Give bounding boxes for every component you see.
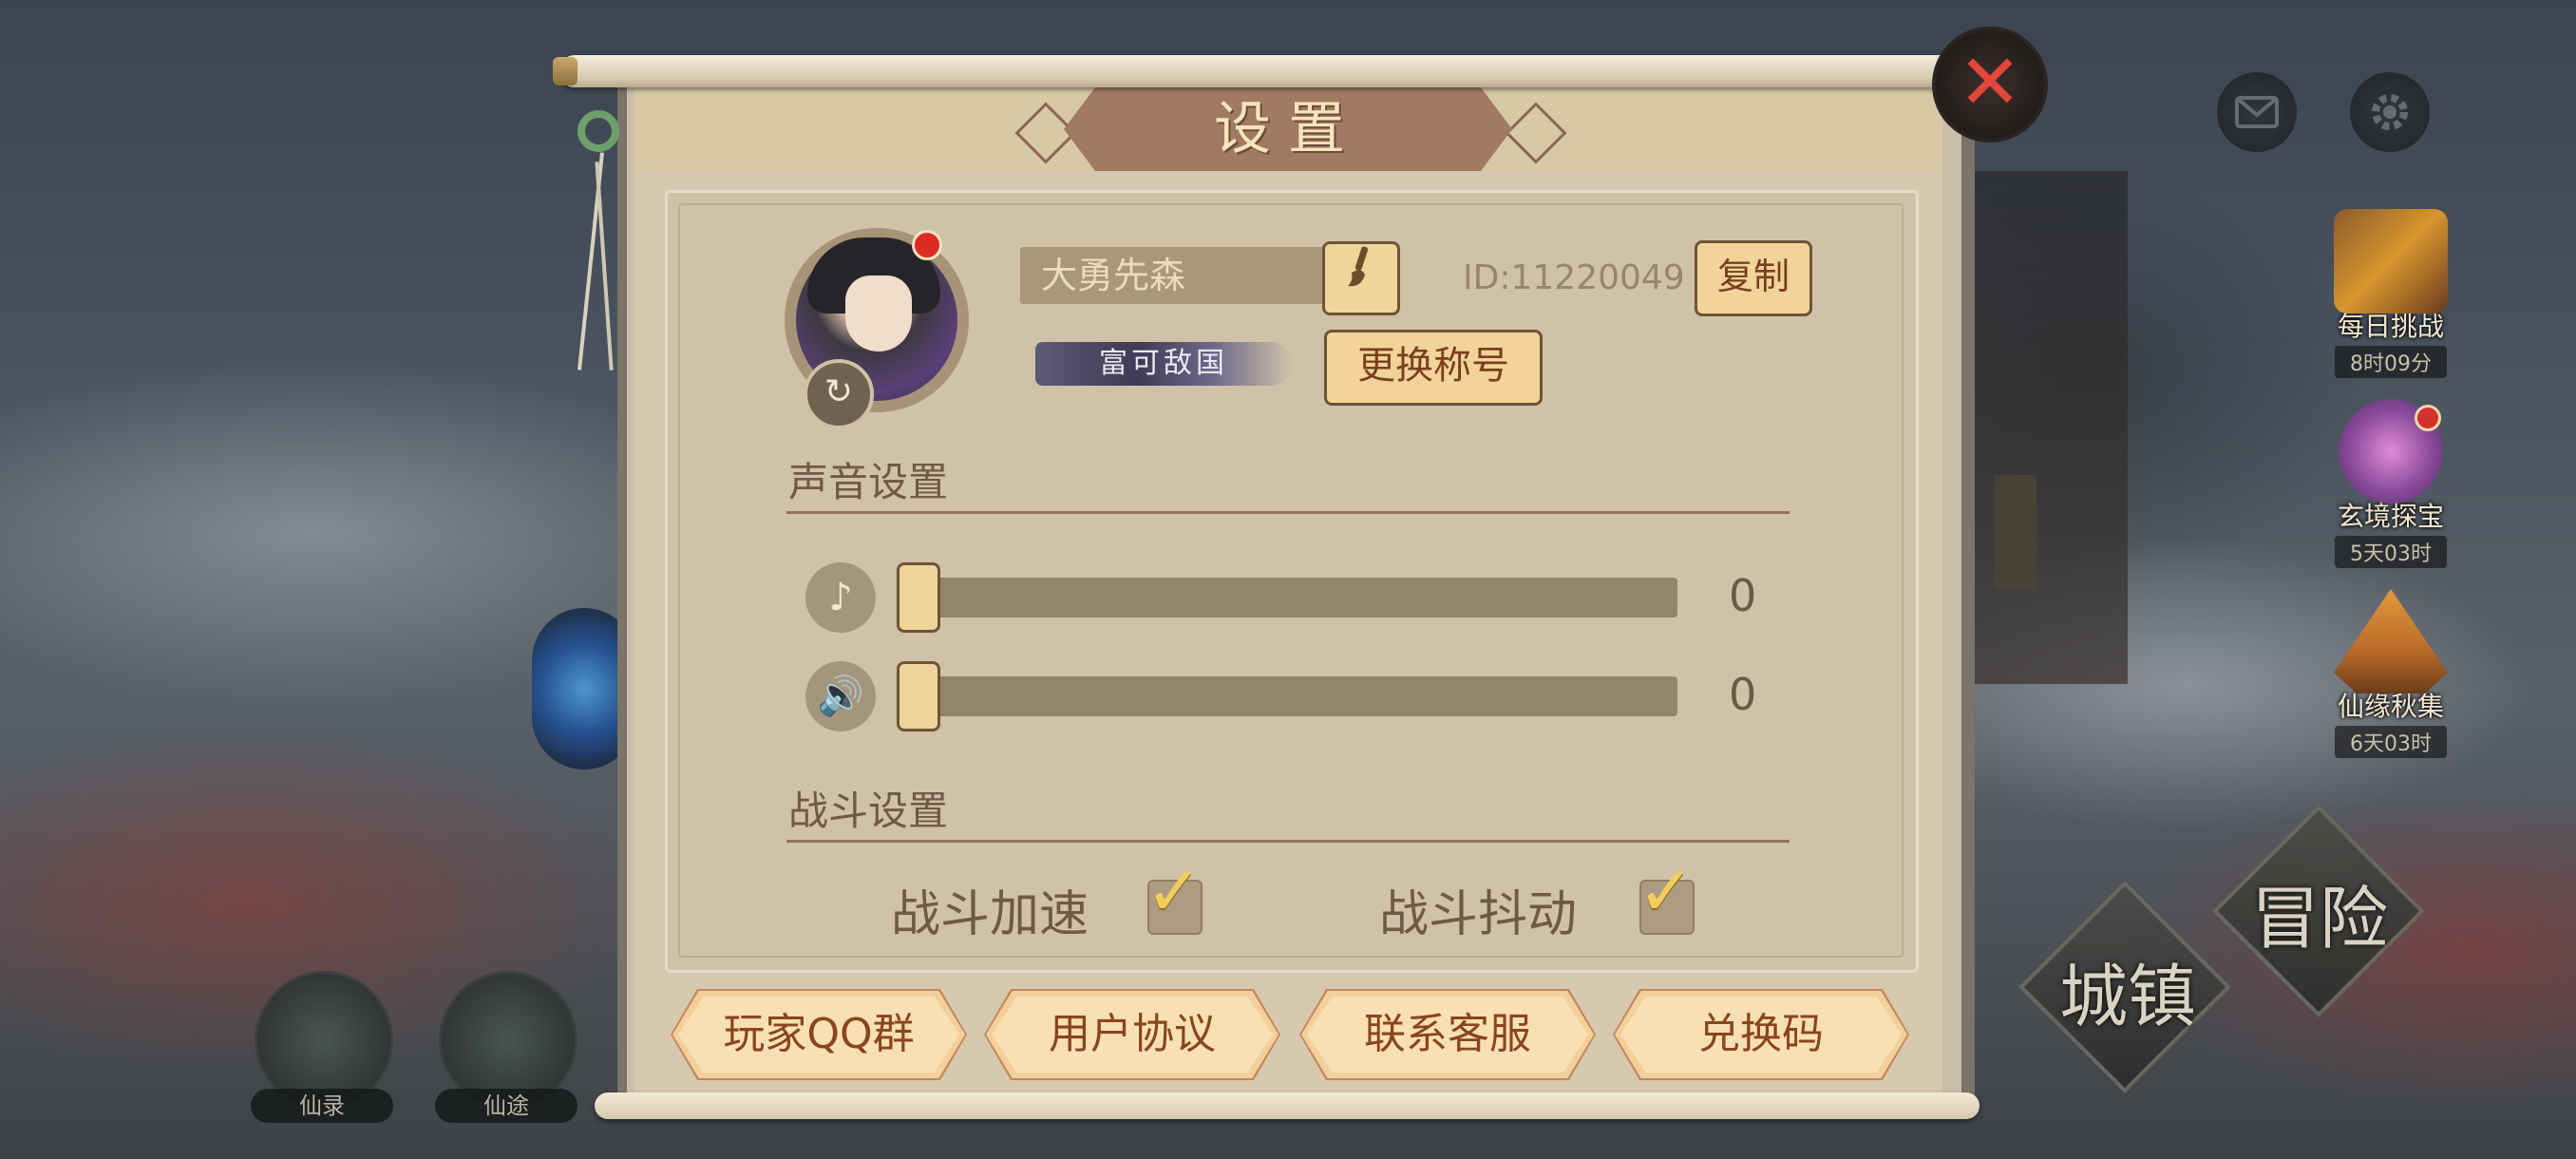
event-timer: 6天03时 bbox=[2335, 726, 2447, 758]
dialog-title: 设置 bbox=[1214, 96, 1362, 162]
music-volume-track[interactable] bbox=[897, 578, 1677, 618]
scroll-top-rod bbox=[559, 55, 1957, 87]
player-id: ID:11220049 bbox=[1463, 258, 1685, 297]
town-label: 城镇 bbox=[2059, 957, 2197, 1036]
qq-group-button-label[interactable]: 玩家QQ群 bbox=[678, 997, 959, 1073]
user-agreement-button-label[interactable]: 用户协议 bbox=[992, 997, 1273, 1073]
brush-icon[interactable] bbox=[1322, 241, 1400, 315]
copy-id-button[interactable]: 复制 bbox=[1695, 240, 1812, 316]
change-title-button[interactable]: 更换称号 bbox=[1324, 330, 1543, 406]
autumn-fair-icon bbox=[2334, 589, 2448, 694]
contact-service-button-label[interactable]: 联系客服 bbox=[1307, 997, 1588, 1073]
event-timer: 5天03时 bbox=[2335, 536, 2447, 568]
redeem-code-button-label[interactable]: 兑换码 bbox=[1620, 997, 1902, 1073]
adventure-label: 冒险 bbox=[2251, 879, 2389, 959]
effects-volume-knob[interactable] bbox=[897, 661, 940, 732]
music-note-icon: ♪ bbox=[805, 562, 876, 633]
checkmark-icon: ✓ bbox=[1146, 851, 1203, 931]
sound-settings-title: 声音设置 bbox=[788, 459, 949, 505]
banner-scenery bbox=[1995, 475, 2036, 589]
scroll-rod-cap bbox=[553, 57, 578, 86]
battle-settings-title: 战斗设置 bbox=[788, 788, 949, 834]
avatar-face bbox=[845, 276, 912, 352]
mail-icon[interactable] bbox=[2217, 72, 2297, 152]
checkmark-icon: ✓ bbox=[1638, 851, 1695, 931]
xiantu-label: 仙途 bbox=[435, 1089, 578, 1123]
close-icon[interactable]: ✕ bbox=[1932, 27, 2048, 142]
event-autumn-fair[interactable]: 仙缘秋集 6天03时 bbox=[2320, 589, 2462, 758]
section-divider bbox=[786, 511, 1790, 514]
battle-speedup-label: 战斗加速 bbox=[891, 886, 1089, 943]
refresh-icon[interactable]: ↻ bbox=[804, 359, 874, 429]
avatar-notification-dot bbox=[912, 230, 942, 260]
scroll-bottom-rod bbox=[595, 1092, 1979, 1119]
player-title-badge: 富可敌国 bbox=[1035, 342, 1292, 386]
notification-dot bbox=[2415, 405, 2441, 431]
pagoda-scenery bbox=[1957, 171, 2128, 684]
speaker-icon: 🔊 bbox=[805, 661, 876, 732]
event-timer: 8时09分 bbox=[2335, 346, 2447, 378]
effects-volume-value: 0 bbox=[1729, 669, 1757, 720]
jade-pendant-icon bbox=[578, 110, 619, 152]
music-volume-value: 0 bbox=[1729, 570, 1757, 621]
music-volume-knob[interactable] bbox=[897, 562, 940, 633]
xianlu-label: 仙录 bbox=[251, 1089, 393, 1123]
gear-icon[interactable] bbox=[2350, 72, 2430, 152]
effects-volume-track[interactable] bbox=[897, 676, 1677, 716]
section-divider bbox=[786, 840, 1790, 843]
event-treasure-hunt[interactable]: 玄境探宝 5天03时 bbox=[2320, 399, 2462, 568]
event-daily-challenge[interactable]: 每日挑战 8时09分 bbox=[2320, 209, 2462, 378]
battle-shake-label: 战斗抖动 bbox=[1379, 886, 1578, 943]
daily-challenge-icon bbox=[2334, 209, 2448, 314]
player-name-field[interactable]: 大勇先森 bbox=[1020, 247, 1326, 304]
